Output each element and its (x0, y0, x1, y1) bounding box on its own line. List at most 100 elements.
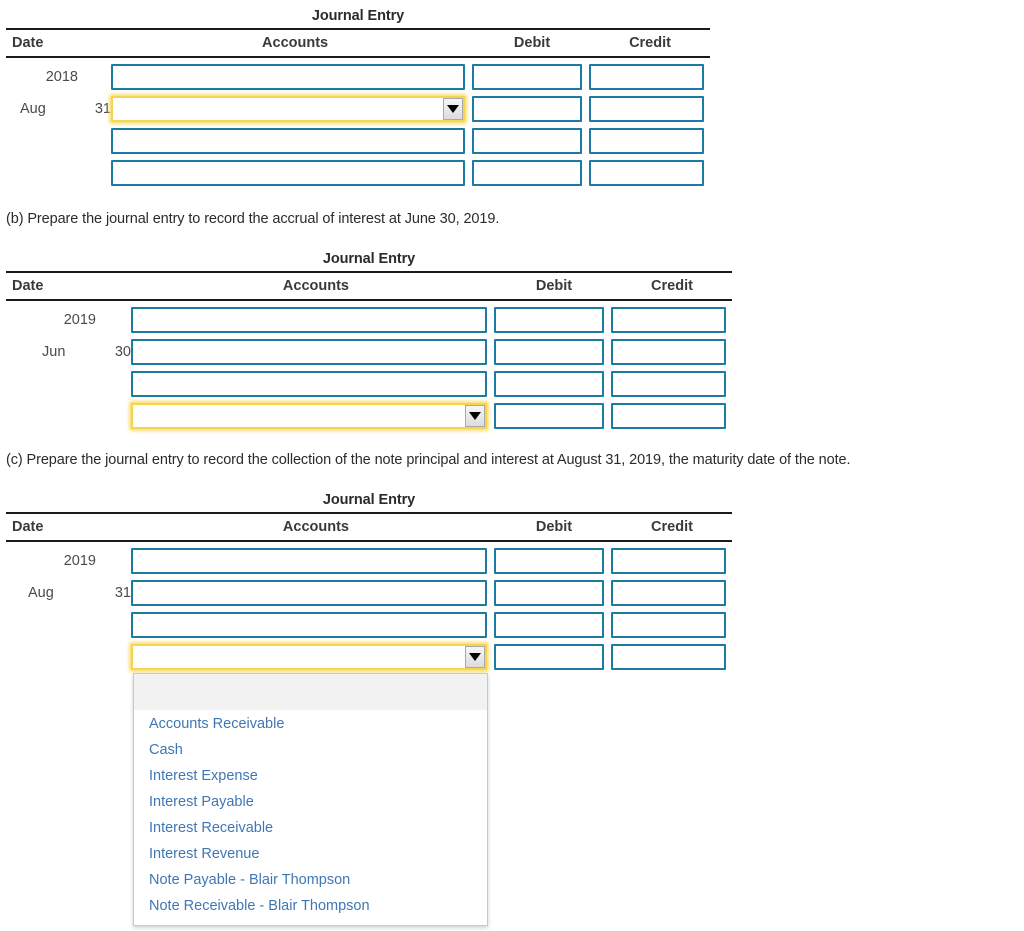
debit-input[interactable] (494, 371, 604, 397)
account-select[interactable] (111, 96, 465, 122)
column-header-date: Date (12, 35, 44, 51)
credit-input[interactable] (589, 96, 704, 122)
dropdown-option-interest-payable[interactable]: Interest Payable (134, 789, 487, 815)
journal-entry-block-c: Journal Entry Date Accounts Debit Credit… (6, 492, 732, 673)
column-header-accounts: Accounts (282, 519, 349, 535)
prompt-c: (c) Prepare the journal entry to record … (6, 452, 851, 468)
credit-input[interactable] (611, 548, 726, 574)
date-day: 31 (114, 585, 131, 601)
account-input[interactable] (131, 548, 487, 574)
table-row: 2019 (6, 545, 732, 577)
account-select[interactable] (131, 403, 487, 429)
journal-entry-block-a: Journal Entry Date Accounts Debit Credit… (6, 8, 710, 189)
date-cell: Jun 30 (6, 336, 131, 368)
account-input[interactable] (131, 580, 487, 606)
table-body-a: 2018 Aug 31 (6, 58, 710, 189)
account-dropdown-menu[interactable]: Accounts Receivable Cash Interest Expens… (133, 673, 488, 926)
table-row (6, 125, 710, 157)
account-select-open[interactable] (131, 644, 487, 670)
table-row: 2018 (6, 61, 710, 93)
date-cell (6, 125, 111, 157)
date-year: 2019 (63, 553, 96, 569)
table-row (6, 609, 732, 641)
table-row: 2019 (6, 304, 732, 336)
dropdown-option-interest-revenue[interactable]: Interest Revenue (134, 841, 487, 867)
debit-input[interactable] (494, 612, 604, 638)
prompt-b: (b) Prepare the journal entry to record … (6, 211, 500, 227)
debit-input[interactable] (494, 644, 604, 670)
table-row (6, 400, 732, 432)
dropdown-option-cash[interactable]: Cash (134, 737, 487, 763)
column-header-date: Date (12, 278, 44, 294)
dropdown-option-interest-receivable[interactable]: Interest Receivable (134, 815, 487, 841)
chevron-down-icon[interactable] (465, 405, 485, 427)
table-row: Jun 30 (6, 336, 732, 368)
credit-input[interactable] (589, 64, 704, 90)
dropdown-option-note-payable-blair-thompson[interactable]: Note Payable - Blair Thompson (134, 867, 487, 893)
debit-input[interactable] (494, 580, 604, 606)
dropdown-option-accounts-receivable[interactable]: Accounts Receivable (134, 711, 487, 737)
date-cell (6, 157, 111, 189)
date-month: Aug (20, 101, 46, 117)
debit-input[interactable] (472, 96, 582, 122)
journal-entry-page: Journal Entry Date Accounts Debit Credit… (0, 0, 1024, 931)
column-header-date: Date (12, 519, 44, 535)
debit-input[interactable] (494, 307, 604, 333)
date-month: Jun (42, 344, 66, 360)
column-header-accounts: Accounts (262, 35, 329, 51)
column-header-debit: Debit (513, 35, 551, 51)
date-cell: Aug 31 (6, 577, 131, 609)
table-body-c: 2019 Aug 31 (6, 542, 732, 673)
credit-input[interactable] (611, 371, 726, 397)
journal-entry-block-b: Journal Entry Date Accounts Debit Credit… (6, 251, 732, 432)
account-input[interactable] (111, 160, 465, 186)
account-input[interactable] (131, 307, 487, 333)
journal-entry-title-a: Journal Entry (311, 8, 405, 24)
debit-input[interactable] (472, 160, 582, 186)
debit-input[interactable] (494, 403, 604, 429)
credit-input[interactable] (611, 403, 726, 429)
chevron-down-icon[interactable] (443, 98, 463, 120)
table-header-c: Date Accounts Debit Credit (6, 514, 732, 540)
credit-input[interactable] (611, 644, 726, 670)
credit-input[interactable] (589, 128, 704, 154)
dropdown-option-blank[interactable] (134, 674, 487, 711)
date-cell (6, 400, 131, 432)
column-header-debit: Debit (535, 278, 573, 294)
credit-input[interactable] (611, 612, 726, 638)
table-body-b: 2019 Jun 30 (6, 301, 732, 432)
column-header-credit: Credit (651, 519, 693, 535)
dropdown-option-note-receivable-blair-thompson[interactable]: Note Receivable - Blair Thompson (134, 893, 487, 919)
account-input[interactable] (131, 612, 487, 638)
date-cell (6, 641, 131, 673)
date-year: 2018 (45, 69, 78, 85)
credit-input[interactable] (589, 160, 704, 186)
debit-input[interactable] (472, 64, 582, 90)
date-cell (6, 609, 131, 641)
table-row (6, 641, 732, 673)
table-row (6, 368, 732, 400)
date-cell: 2018 (6, 61, 111, 93)
credit-input[interactable] (611, 580, 726, 606)
credit-input[interactable] (611, 307, 726, 333)
date-day: 30 (114, 344, 131, 360)
table-header-a: Date Accounts Debit Credit (6, 30, 710, 56)
column-header-debit: Debit (535, 519, 573, 535)
account-input[interactable] (131, 339, 487, 365)
date-cell: 2019 (6, 545, 131, 577)
debit-input[interactable] (494, 548, 604, 574)
credit-input[interactable] (611, 339, 726, 365)
chevron-down-icon[interactable] (465, 646, 485, 668)
table-row: Aug 31 (6, 93, 710, 125)
table-row (6, 157, 710, 189)
date-cell: Aug 31 (6, 93, 111, 125)
dropdown-option-interest-expense[interactable]: Interest Expense (134, 763, 487, 789)
debit-input[interactable] (472, 128, 582, 154)
debit-input[interactable] (494, 339, 604, 365)
column-header-accounts: Accounts (282, 278, 349, 294)
account-input[interactable] (111, 64, 465, 90)
account-input[interactable] (131, 371, 487, 397)
table-header-b: Date Accounts Debit Credit (6, 273, 732, 299)
account-input[interactable] (111, 128, 465, 154)
date-year: 2019 (63, 312, 96, 328)
